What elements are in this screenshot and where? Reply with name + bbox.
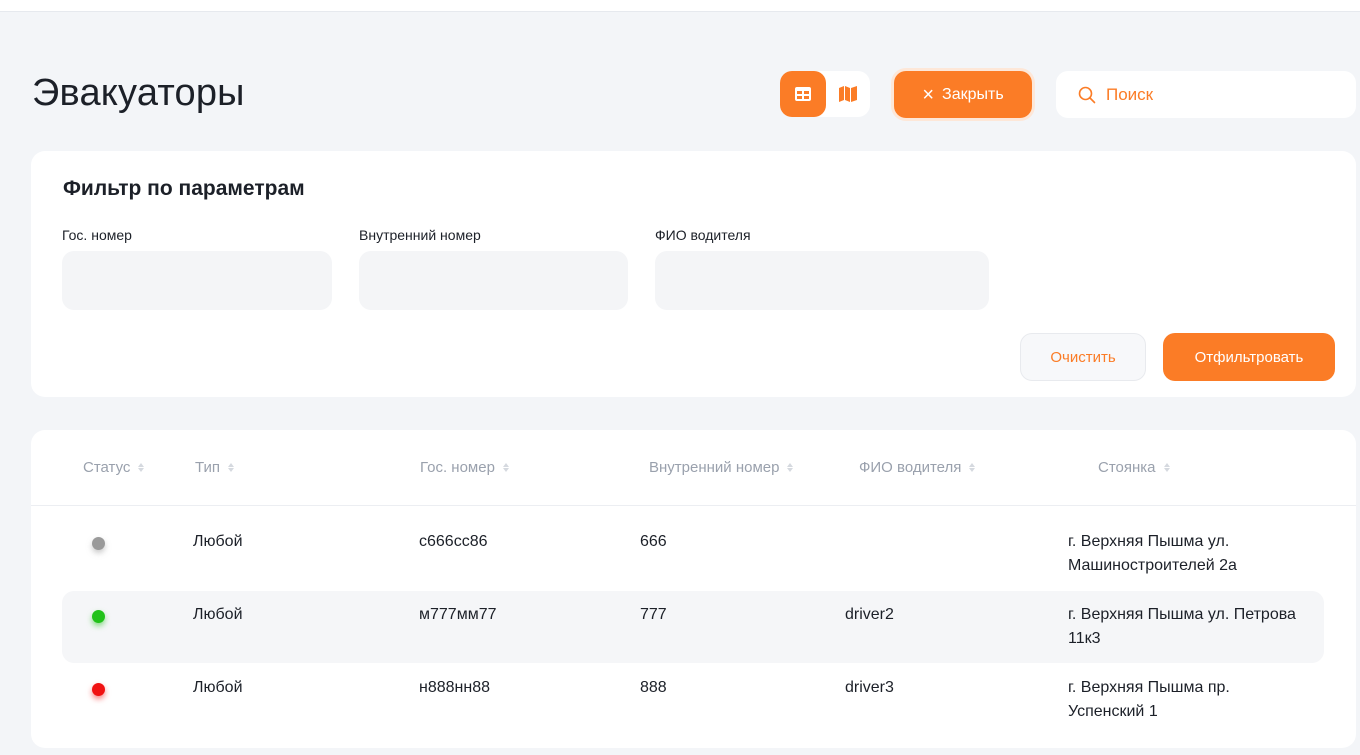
apply-filter-button[interactable]: Отфильтровать [1163, 333, 1335, 381]
column-header-parking[interactable]: Стоянка [1098, 459, 1170, 476]
status-indicator [92, 537, 105, 550]
internal-number-cell: 888 [640, 679, 667, 696]
column-header-label: Статус [83, 459, 131, 476]
tow-trucks-table: Статус Тип Гос. номер Внутренний номер Ф… [31, 430, 1356, 748]
parking-cell: г. Верхняя Пышма ул. Машиностроителей 2а [1068, 533, 1237, 574]
column-header-label: Стоянка [1098, 459, 1156, 476]
column-header-plate[interactable]: Гос. номер [420, 459, 509, 476]
parking-cell: г. Верхняя Пышма ул. Петрова 11к3 [1068, 606, 1296, 647]
column-header-label: Внутренний номер [649, 459, 780, 476]
sort-icon [969, 463, 976, 472]
page-title: Эвакуаторы [32, 72, 245, 114]
column-header-driver[interactable]: ФИО водителя [859, 459, 976, 476]
plate-cell: м777мм77 [419, 606, 497, 623]
column-header-label: Тип [195, 459, 221, 476]
internal-number-field[interactable] [359, 251, 628, 310]
column-header-label: ФИО водителя [859, 459, 962, 476]
table-row[interactable]: Любой м777мм77 777 driver2 г. Верхняя Пы… [62, 591, 1324, 663]
plate-field-label: Гос. номер [62, 227, 132, 243]
close-button-label: Закрыть [942, 85, 1004, 103]
column-header-type[interactable]: Тип [195, 459, 235, 476]
table-grid-icon [795, 87, 811, 101]
driver-cell: driver2 [845, 606, 894, 623]
table-header: Статус Тип Гос. номер Внутренний номер Ф… [31, 430, 1356, 506]
top-bar [0, 0, 1360, 12]
internal-number-field-label: Внутренний номер [359, 227, 481, 243]
column-header-internal-number[interactable]: Внутренний номер [649, 459, 794, 476]
table-row[interactable]: Любой с666сс86 666 г. Верхняя Пышма ул. … [62, 518, 1324, 590]
internal-number-cell: 777 [640, 606, 667, 623]
sort-icon [228, 463, 235, 472]
close-icon: × [922, 83, 935, 106]
filter-panel: Фильтр по параметрам Гос. номер Внутренн… [31, 151, 1356, 397]
column-header-label: Гос. номер [420, 459, 495, 476]
view-table-button[interactable] [780, 71, 826, 117]
search-icon [1078, 86, 1096, 103]
search-input[interactable] [1106, 84, 1326, 105]
sort-icon [1163, 463, 1170, 472]
close-filter-button[interactable]: × Закрыть [894, 71, 1032, 118]
sort-icon [502, 463, 509, 472]
column-header-status[interactable]: Статус [83, 459, 145, 476]
plate-cell: с666сс86 [419, 533, 488, 550]
table-row[interactable]: Любой н888нн88 888 driver3 г. Верхняя Пы… [62, 664, 1324, 736]
view-map-button[interactable] [826, 71, 870, 117]
type-cell: Любой [193, 533, 243, 550]
sort-icon [787, 463, 794, 472]
filter-title: Фильтр по параметрам [63, 177, 305, 200]
view-toggle [780, 71, 870, 117]
search-box [1056, 71, 1356, 118]
status-indicator [92, 683, 105, 696]
clear-button[interactable]: Очистить [1020, 333, 1146, 381]
driver-cell: driver3 [845, 679, 894, 696]
parking-cell: г. Верхняя Пышма пр. Успенский 1 [1068, 679, 1230, 720]
driver-name-field-label: ФИО водителя [655, 227, 751, 243]
type-cell: Любой [193, 679, 243, 696]
status-indicator [92, 610, 105, 623]
type-cell: Любой [193, 606, 243, 623]
plate-cell: н888нн88 [419, 679, 490, 696]
map-icon [839, 86, 857, 102]
plate-field[interactable] [62, 251, 332, 310]
sort-icon [138, 463, 145, 472]
internal-number-cell: 666 [640, 533, 667, 550]
driver-name-field[interactable] [655, 251, 989, 310]
